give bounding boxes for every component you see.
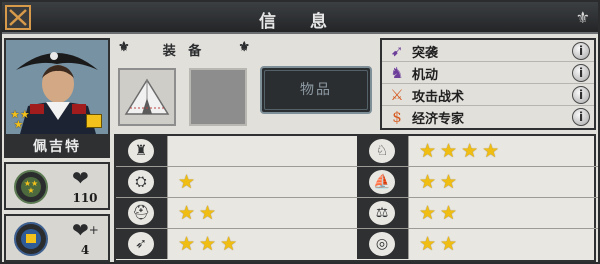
trait-label: 机动 [412,68,439,83]
trait-label: 攻击战术 [412,90,465,105]
trait-row[interactable]: ⚔ 攻击战术 i [382,84,594,106]
skill-stars: ★★★★ [419,140,504,162]
artillery-icon: ⛭ [128,170,154,194]
reserve-box: ❤+ 4 [4,214,110,262]
trait-label: 突袭 [412,46,439,61]
skill-row[interactable]: ⛵ ★★ [357,167,598,198]
tent-icon [124,78,170,115]
info-icon[interactable]: i [572,42,590,60]
general-portrait[interactable]: ★★ ★ [4,38,110,136]
heart-plus-icon: ❤+ [72,218,99,242]
skill-icon-box: ⛵ [357,167,409,197]
skills-panel: ♜ ⛭ ★ ⛑ ★★ ➶ ★★★ ♘ ★★★★ ⛵ ★★ ⚖ ★★ ◎ ★★ [114,134,598,262]
hp-box: ★★ ★ ❤ 110 [4,162,110,210]
info-icon[interactable]: i [572,64,590,82]
skill-icon-box: ◎ [357,229,409,259]
window-title: 信 息 [259,12,341,32]
skill-stars: ★★ [419,233,462,255]
hat-badge-icon [86,114,102,128]
infantry-icon: ♜ [128,139,154,163]
horse-head-icon: ♘ [369,139,395,163]
archer-icon: ➶ [128,232,154,256]
skill-row[interactable]: ♘ ★★★★ [357,136,598,167]
skill-icon-box: ♘ [357,136,409,166]
info-icon[interactable]: i [572,108,590,126]
traits-panel: ➹ 突袭 i ♞ 机动 i ⚔ 攻击战术 i $ 经济专家 i [380,38,596,130]
skill-row[interactable]: ♜ [116,136,357,167]
dollar-icon: $ [392,108,402,126]
raid-icon: ➹ [390,42,404,60]
cavalry-helmet-icon: ⛑ [128,201,154,225]
skill-stars: ★ [178,171,200,193]
rank-stars-icon: ★★ ★ [10,108,30,131]
skill-stars: ★★ [178,202,221,224]
skill-icon-box: ⛑ [116,198,168,228]
equipment-title: 装 备 [162,44,206,59]
skill-icon-box: ⛭ [116,167,168,197]
trait-row[interactable]: ♞ 机动 i [382,62,594,84]
trait-row[interactable]: ➹ 突袭 i [382,40,594,62]
fleur-de-lis-icon: ⚜ [238,40,250,55]
equipment-slot-empty[interactable] [189,68,247,126]
hp-value: 110 [72,191,98,205]
skill-row[interactable]: ⚖ ★★ [357,198,598,229]
trait-label: 经济专家 [412,112,465,127]
horse-icon: ♞ [390,64,404,82]
heart-icon: ❤ [72,166,89,190]
general-name: 佩吉特 [4,136,110,158]
equipment-slot-tent[interactable] [118,68,176,126]
fleur-de-lis-icon: ⚜ [575,8,590,27]
info-icon[interactable]: i [572,86,590,104]
balance-icon: ⚖ [369,201,395,225]
crossed-swords-icon: ⚔ [390,86,404,104]
skill-icon-box: ⚖ [357,198,409,228]
items-button[interactable]: 物品 [260,66,372,114]
skill-row[interactable]: ➶ ★★★ [116,229,357,260]
ship-icon: ⛵ [369,170,395,194]
rank-medal-icon: ★★ ★ [14,170,48,204]
skill-icon-box: ➶ [116,229,168,259]
title-bar: 信 息 ⚜ [2,2,598,34]
skill-row[interactable]: ⛑ ★★ [116,198,357,229]
equipment-header: ⚜ 装 备 ⚜ [114,40,254,60]
skill-row[interactable]: ◎ ★★ [357,229,598,260]
reserve-value: 4 [80,243,90,257]
skill-stars: ★★ [419,202,462,224]
skill-row[interactable]: ⛭ ★ [116,167,357,198]
target-icon: ◎ [369,232,395,256]
skill-stars: ★★ [419,171,462,193]
hat-medal-icon [14,222,48,256]
skill-stars: ★★★ [178,233,242,255]
trait-row[interactable]: $ 经济专家 i [382,106,594,128]
info-window: 信 息 ⚜ ★★ ★ 佩吉特 ★★ ★ ❤ 110 ❤+ 4 ⚜ 装 备 ⚜ 物… [0,0,600,264]
rank-badge: ★★ ★ [10,108,30,131]
skill-icon-box: ♜ [116,136,168,166]
